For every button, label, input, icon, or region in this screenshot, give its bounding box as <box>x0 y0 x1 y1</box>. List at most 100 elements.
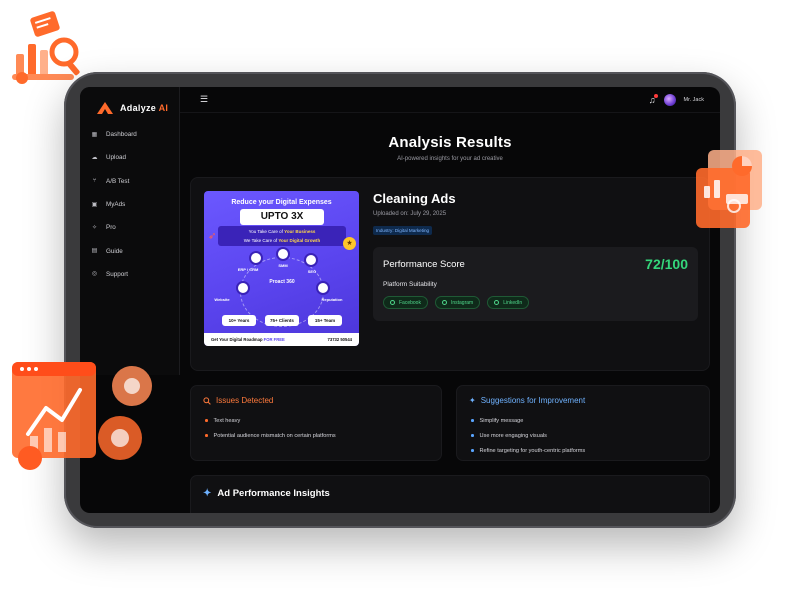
platform-chip-linkedin[interactable]: LinkedIn <box>487 296 530 309</box>
upload-icon: ☁ <box>91 154 98 161</box>
star-badge-icon: ★ <box>343 237 356 250</box>
sidebar-item-dashboard[interactable]: ▦ Dashboard <box>80 123 179 146</box>
sidebar-item-guide[interactable]: ▤ Guide <box>80 239 179 262</box>
check-circle-icon <box>441 300 447 305</box>
bullet-icon <box>205 419 208 422</box>
bell-icon[interactable]: ♫ <box>649 93 658 105</box>
list-item: Text heavy <box>205 413 441 428</box>
creative-headline: Reduce your Digital Expenses <box>231 199 332 206</box>
ab-test-icon: ⑂ <box>92 178 97 185</box>
analytics-magnifier-illustration <box>12 11 80 84</box>
rocket-icon: ➶ <box>208 231 217 242</box>
sidebar-item-pro[interactable]: ✧ Pro <box>80 216 179 239</box>
bullet-icon <box>471 419 474 422</box>
creative-phone: 73732 50544 <box>327 337 352 342</box>
creative-footer: Get Your Digital Roadmap FOR FREE 73732 … <box>204 333 359 346</box>
bullet-icon <box>205 434 208 437</box>
issues-title: Issues Detected <box>216 396 274 405</box>
sparkle-icon: ✦ <box>203 488 212 499</box>
sidebar-nav: ▦ Dashboard ☁ Upload ⑂ A/B Test ▣ MyAds … <box>80 123 179 286</box>
issues-list: Text heavy Potential audience mismatch o… <box>191 405 441 443</box>
performance-score-label: Performance Score <box>383 259 465 270</box>
platform-suitability-label: Platform Suitability <box>383 281 437 288</box>
ad-result-card: Reduce your Digital Expenses UPTO 3X You… <box>190 177 710 371</box>
industry-tag: Industry: Digital Marketing <box>373 226 433 235</box>
main-content: Analysis Results AI-powered insights for… <box>190 113 710 513</box>
analytics-gears-illustration <box>12 362 152 470</box>
issues-panel: Issues Detected Text heavy Potential aud… <box>190 385 442 461</box>
pro-icon: ✧ <box>91 224 98 231</box>
sidebar-item-label: A/B Test <box>106 177 130 185</box>
suggestions-title: Suggestions for Improvement <box>480 396 586 405</box>
sparkle-icon: ✦ <box>469 396 476 405</box>
suggestions-panel: ✦ Suggestions for Improvement Simplify m… <box>456 385 710 461</box>
user-name[interactable]: Mr. Jack <box>684 97 704 103</box>
dashboard-icon: ▦ <box>91 131 98 138</box>
platform-chip-facebook[interactable]: Facebook <box>383 296 428 309</box>
page-subtitle: AI-powered insights for your ad creative <box>397 156 503 162</box>
creative-node-label: SEO <box>307 269 317 274</box>
creative-node-label: ERP / CRM <box>237 267 259 272</box>
guide-icon: ▤ <box>91 248 98 255</box>
documents-chart-illustration <box>696 150 762 228</box>
issues-header: Issues Detected <box>191 386 441 405</box>
bullet-icon <box>471 434 474 437</box>
sidebar-item-label: Dashboard <box>106 131 137 139</box>
ad-title: Cleaning Ads <box>373 191 456 206</box>
creative-node-label: Reputation <box>321 297 343 302</box>
brand-name: Adalyze AI <box>120 103 169 113</box>
sidebar-item-myads[interactable]: ▣ MyAds <box>80 193 179 216</box>
performance-score-value: 72/100 <box>645 256 688 272</box>
search-icon <box>203 396 211 405</box>
creative-stat: 75+ Clients <box>265 315 299 326</box>
brand-logo[interactable]: Adalyze AI <box>80 87 179 121</box>
sidebar-item-label: MyAds <box>106 201 126 209</box>
sidebar: Adalyze AI ▦ Dashboard ☁ Upload ⑂ A/B Te… <box>80 87 180 375</box>
ad-performance-insights-panel: ✦ Ad Performance Insights <box>190 475 710 513</box>
sidebar-item-label: Support <box>106 270 129 278</box>
ad-creative-image[interactable]: Reduce your Digital Expenses UPTO 3X You… <box>204 191 359 346</box>
suggestions-list: Simplify message Use more engaging visua… <box>457 405 709 458</box>
sidebar-item-upload[interactable]: ☁ Upload <box>80 146 179 169</box>
menu-icon[interactable]: ☰ <box>200 94 208 105</box>
list-item: Simplify message <box>471 413 709 428</box>
creative-node <box>304 253 318 267</box>
sidebar-item-label: Pro <box>106 224 116 232</box>
creative-stats: 10+ Years 75+ Clients 15+ Team <box>222 315 342 326</box>
suggestions-header: ✦ Suggestions for Improvement <box>457 386 709 405</box>
creative-node <box>316 281 330 295</box>
topbar-user-area: ♫ Mr. Jack <box>649 93 704 106</box>
insights-title: Ad Performance Insights <box>217 488 330 499</box>
creative-stat: 10+ Years <box>222 315 256 326</box>
creative-node-label: Website <box>214 297 230 302</box>
topbar: ☰ ♫ Mr. Jack <box>180 87 720 113</box>
performance-score-box: Performance Score 72/100 Platform Suitab… <box>373 247 698 321</box>
list-item: Potential audience mismatch on certain p… <box>205 428 441 443</box>
platform-chip-instagram[interactable]: Instagram <box>434 296 481 309</box>
creative-center-label: Proact 360 <box>269 279 295 285</box>
check-circle-icon <box>390 300 395 305</box>
app-screen: Adalyze AI ▦ Dashboard ☁ Upload ⑂ A/B Te… <box>80 87 720 513</box>
sidebar-item-ab-test[interactable]: ⑂ A/B Test <box>80 170 179 193</box>
list-item: Use more engaging visuals <box>471 428 709 443</box>
creative-node <box>276 247 290 261</box>
creative-upto: UPTO 3X <box>240 209 324 225</box>
check-circle-icon <box>494 300 500 305</box>
creative-node <box>236 281 250 295</box>
creative-stat: 15+ Team <box>308 315 342 326</box>
sidebar-item-label: Guide <box>106 247 123 255</box>
insights-header: ✦ Ad Performance Insights <box>191 476 709 499</box>
platform-chips: Facebook Instagram LinkedIn <box>383 296 530 309</box>
bullet-icon <box>471 449 474 452</box>
logo-mark-icon <box>97 102 113 114</box>
page-title: Analysis Results <box>388 134 512 151</box>
support-icon: ◎ <box>91 271 98 278</box>
list-item: Refine targeting for youth-centric platf… <box>471 443 709 458</box>
stage: Adalyze AI ▦ Dashboard ☁ Upload ⑂ A/B Te… <box>0 0 800 600</box>
creative-node <box>249 251 263 265</box>
upload-date: Uploaded on: July 29, 2025 <box>373 211 447 217</box>
creative-node-label: SMM <box>278 263 288 268</box>
sidebar-item-label: Upload <box>106 154 126 162</box>
sidebar-item-support[interactable]: ◎ Support <box>80 263 179 286</box>
avatar[interactable] <box>663 93 676 106</box>
